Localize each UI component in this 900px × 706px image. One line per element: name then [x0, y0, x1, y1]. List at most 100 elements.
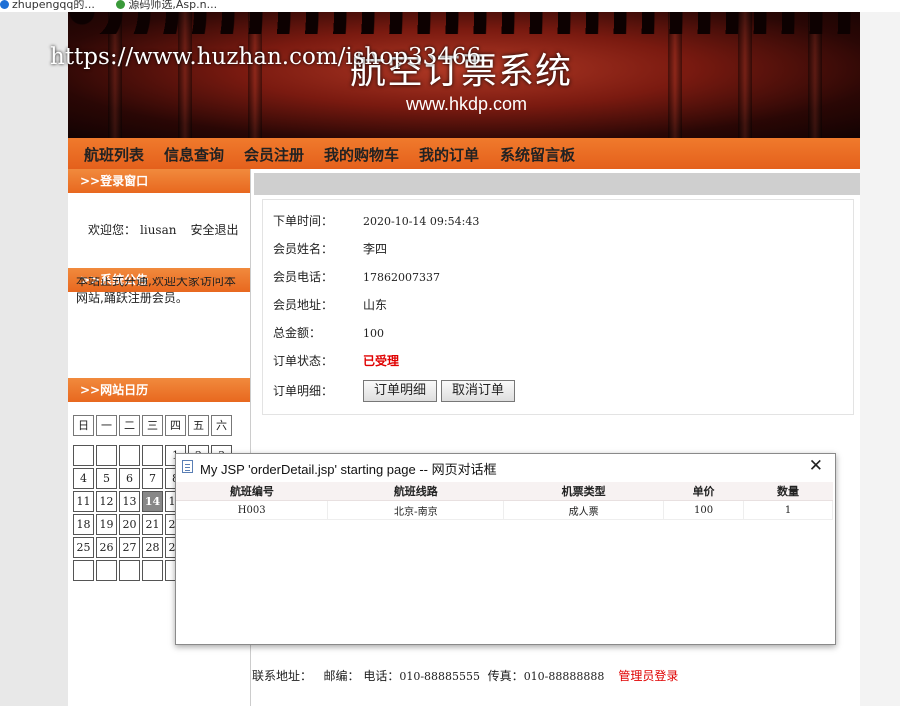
column-header: 单价 [663, 482, 744, 501]
calendar-day[interactable]: 11 [73, 491, 94, 512]
calendar-day [73, 445, 94, 466]
column-header: 航班编号 [176, 482, 328, 501]
favorite-link-1[interactable]: zhupengqq的... [0, 0, 95, 10]
calendar-day [73, 560, 94, 581]
browser-icon [0, 0, 9, 9]
calendar-day[interactable]: 4 [73, 468, 94, 489]
login-window-title: >>登录窗口 [68, 169, 250, 193]
status-label: 订单状态： [273, 354, 334, 368]
calendar-day[interactable]: 21 [142, 514, 163, 535]
leaf-icon [116, 0, 126, 9]
calendar-day[interactable]: 14 [142, 491, 163, 512]
calendar-day [96, 445, 117, 466]
order-panel: 下单时间： 2020-10-14 09:54:43 会员姓名： 李四 会员电话： 17… [262, 199, 854, 415]
table-header-row: 航班编号 航班线路 机票类型 单价 数量 [176, 482, 833, 501]
notice-box: 本站正式开通,欢迎大家访问本网站,踊跃注册会员。 [76, 277, 244, 325]
calendar-day[interactable]: 27 [119, 537, 140, 558]
nav-guestbook[interactable]: 系统留言板 [500, 144, 575, 165]
order-detail-dialog: My JSP 'orderDetail.jsp' starting page -… [175, 453, 836, 645]
column-header: 航班线路 [327, 482, 504, 501]
order-detail-table: 航班编号 航班线路 机票类型 单价 数量 H003 北京-南京 成人票 100 … [176, 482, 833, 520]
member-name-value: 李四 [363, 242, 388, 256]
calendar-day[interactable]: 12 [96, 491, 117, 512]
column-header: 数量 [743, 482, 833, 501]
site-url: www.hkdp.com [406, 94, 528, 114]
footer-phone-label: 电话： [363, 669, 400, 683]
detail-label: 订单明细： [273, 383, 334, 398]
admin-login-link[interactable]: 管理员登录 [618, 669, 678, 683]
weekday-cell: 一 [96, 415, 117, 436]
right-gutter [860, 12, 900, 706]
content-header-bar [254, 173, 860, 195]
calendar-weekdays: 日 一 二 三 四 五 六 [73, 415, 234, 438]
nav-info-query[interactable]: 信息查询 [164, 144, 224, 165]
welcome-line: 欢迎您： liusan 安全退出 [88, 221, 238, 238]
footer-email-label: 邮编： [323, 669, 360, 683]
order-detail-button[interactable]: 订单明细 [363, 380, 438, 402]
price-cell: 100 [663, 500, 745, 520]
member-address-row: 会员地址： 山东 [273, 296, 387, 313]
welcome-label: 欢迎您： [88, 223, 137, 237]
footer-address-label: 联系地址： [252, 669, 313, 683]
watermark-text: https://www.huzhan.com/ishop33466 [50, 44, 482, 70]
dialog-title: My JSP 'orderDetail.jsp' starting page -… [200, 462, 497, 477]
document-icon [182, 460, 193, 473]
logout-link[interactable]: 安全退出 [190, 223, 238, 237]
flight-id-cell: H003 [176, 500, 329, 520]
calendar-title: >>网站日历 [68, 378, 250, 402]
calendar-day [142, 445, 163, 466]
calendar-day[interactable]: 5 [96, 468, 117, 489]
main-nav: 航班列表 信息查询 会员注册 我的购物车 我的订单 系统留言板 [68, 138, 860, 169]
status-row: 订单状态： 已受理 [273, 352, 399, 369]
quantity-cell: 1 [743, 500, 833, 520]
table-row: H003 北京-南京 成人票 100 1 [176, 500, 833, 520]
member-phone-label: 会员电话： [273, 270, 334, 284]
calendar-day[interactable]: 18 [73, 514, 94, 535]
nav-my-orders[interactable]: 我的订单 [419, 144, 479, 165]
status-badge: 已受理 [363, 354, 400, 368]
member-name-label: 会员姓名： [273, 242, 334, 256]
weekday-cell: 二 [119, 415, 140, 436]
member-address-label: 会员地址： [273, 298, 334, 312]
calendar-day[interactable]: 19 [96, 514, 117, 535]
favorite-link-2[interactable]: 源码师选,Asp.n... [116, 0, 217, 10]
calendar-day[interactable]: 25 [73, 537, 94, 558]
member-phone-row: 会员电话： 17862007337 [273, 268, 440, 285]
close-icon[interactable]: ✕ [809, 456, 823, 476]
footer: 联系地址： 邮编： 电话：010-88885555 传真：010-8888888… [252, 667, 678, 684]
route-cell: 北京-南京 [327, 500, 505, 520]
member-phone-value: 17862007337 [363, 271, 440, 284]
notice-text: 本站正式开通,欢迎大家访问本网站,踊跃注册会员。 [76, 277, 236, 305]
weekday-cell: 三 [142, 415, 163, 436]
weekday-cell: 四 [165, 415, 186, 436]
weekday-cell: 六 [211, 415, 232, 436]
order-time-row: 下单时间： 2020-10-14 09:54:43 [273, 212, 479, 229]
detail-row: 订单明细： 订单明细 取消订单 [273, 380, 519, 402]
calendar-day [119, 560, 140, 581]
nav-member-register[interactable]: 会员注册 [244, 144, 304, 165]
footer-fax: 010-88888888 [523, 670, 605, 683]
cancel-order-button[interactable]: 取消订单 [441, 380, 516, 402]
calendar-day[interactable]: 13 [119, 491, 140, 512]
calendar-day[interactable]: 20 [119, 514, 140, 535]
calendar-day[interactable]: 28 [142, 537, 163, 558]
member-address-value: 山东 [363, 298, 388, 312]
order-time-value: 2020-10-14 09:54:43 [363, 215, 480, 228]
dialog-titlebar[interactable]: My JSP 'orderDetail.jsp' starting page -… [176, 454, 833, 480]
column-header: 机票类型 [503, 482, 664, 501]
calendar-day[interactable]: 26 [96, 537, 117, 558]
member-name-row: 会员姓名： 李四 [273, 240, 387, 257]
total-label: 总金额： [273, 326, 322, 340]
calendar-day [142, 560, 163, 581]
calendar-day [119, 445, 140, 466]
ticket-type-cell: 成人票 [503, 500, 665, 520]
site-banner: 航空订票系统 www.hkdp.com [68, 12, 860, 138]
nav-cart[interactable]: 我的购物车 [324, 144, 399, 165]
calendar-day[interactable]: 6 [119, 468, 140, 489]
footer-fax-label: 传真： [487, 669, 524, 683]
favorites-bar: zhupengqq的... 源码师选,Asp.n... [0, 0, 900, 12]
nav-flight-list[interactable]: 航班列表 [84, 144, 144, 165]
weekday-cell: 五 [188, 415, 209, 436]
calendar-day[interactable]: 7 [142, 468, 163, 489]
order-time-label: 下单时间： [273, 214, 334, 228]
